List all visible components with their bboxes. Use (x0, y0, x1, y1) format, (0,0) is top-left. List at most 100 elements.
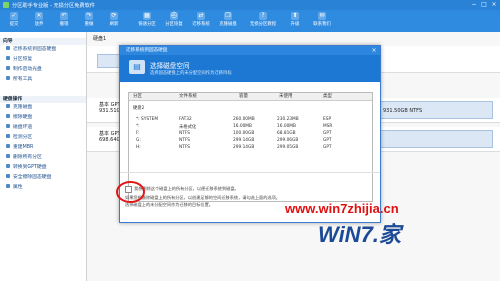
title-bar: 分区助手专业版 - 无损分区免费软件 − □ × (0, 0, 500, 10)
sidebar-item-properties[interactable]: 属性 (0, 183, 86, 193)
disk-2-label: 硬盘2 (133, 106, 145, 111)
dialog-close-button[interactable]: × (370, 46, 378, 55)
delete-partitions-label: 我想删除这个磁盘上的所有分区，以便迁移系统到磁盘。 (134, 186, 239, 191)
watermark-logo: WiN7.家 (318, 222, 401, 247)
sidebar-item-partition-recovery[interactable]: 分区恢复 (0, 55, 86, 65)
close-button[interactable]: × (490, 1, 498, 9)
migrate-button[interactable]: ⇄ 迁移系统 (189, 11, 213, 31)
watermark-url: www.win7zhijia.cn (285, 201, 399, 216)
undo-label: 撤销 (59, 22, 69, 27)
partition-unused: 16.00MB (277, 124, 296, 129)
undo-button[interactable]: ↶ 撤销 (52, 11, 76, 31)
quick-partition-icon: ▦ (143, 12, 151, 20)
redo-label: 重做 (84, 22, 94, 27)
partition-fs: 未格式化 (179, 125, 197, 130)
partition-fs: NTFS (179, 138, 190, 143)
partition-fs: NTFS (179, 131, 190, 136)
sidebar-item-convert-gpt[interactable]: 转换到GPT硬盘 (0, 163, 86, 173)
table-row[interactable]: *: 未格式化 16.00MB 16.00MB MSR (129, 124, 372, 130)
discard-icon: ✕ (35, 12, 43, 20)
mbr-icon (6, 144, 10, 148)
contact-icon: ✉ (318, 12, 326, 20)
sidebar-item-all-tools[interactable]: 所有工具 (0, 75, 86, 85)
contact-button[interactable]: ✉ 联系我们 (310, 11, 334, 31)
disc-icon (6, 66, 10, 70)
partition-capacity: 16.00MB (233, 124, 252, 129)
tools-icon (6, 76, 10, 80)
check-icon (6, 134, 10, 138)
table-row[interactable]: H: NTFS 299.14GB 299.05GB GPT (129, 145, 372, 151)
sidebar-item-boot-disc[interactable]: 制作启动光盘 (0, 65, 86, 75)
sidebar-item-label: 安全擦除固态硬盘 (13, 175, 52, 180)
partition-unused: 68.81GB (277, 131, 296, 136)
apply-button[interactable]: ✓ 提交 (2, 11, 26, 31)
refresh-button[interactable]: ⟳ 刷新 (102, 11, 126, 31)
delete-icon (6, 154, 10, 158)
quick-partition-button[interactable]: ▦ 快速分区 (135, 11, 159, 31)
apply-icon: ✓ (10, 12, 18, 20)
maximize-button[interactable]: □ (480, 1, 488, 9)
upgrade-icon: ⬆ (291, 12, 299, 20)
tutorial-button[interactable]: ? 无损分区教程 (246, 11, 280, 31)
sidebar-item-label: 转换到GPT硬盘 (13, 165, 47, 170)
dialog-header-title: 选择磁盘空间 (150, 62, 190, 70)
partition-name: *: (136, 124, 140, 129)
redo-button[interactable]: ↷ 重做 (77, 11, 101, 31)
sidebar-item-migrate-os[interactable]: 迁移系统到固态硬盘 (0, 45, 86, 55)
table-row[interactable]: G: NTFS 299.14GB 299.06GB GPT (129, 138, 372, 144)
disk-1-partition-label: 931.50GB NTFS (383, 108, 423, 114)
sidebar-item-label: 克隆磁盘 (13, 105, 33, 110)
table-row[interactable]: *: SYSTEM FAT32 260.00MB 230.23MB ESP (129, 117, 372, 123)
partition-name: H: (136, 145, 141, 150)
upgrade-button[interactable]: ⬆ 升级 (283, 11, 307, 31)
sidebar-item-bad-sector[interactable]: 磁盘坏道 (0, 123, 86, 133)
eraser-icon (6, 114, 10, 118)
convert-icon (6, 164, 10, 168)
sidebar-item-secure-erase-ssd[interactable]: 安全擦除固态硬盘 (0, 173, 86, 183)
partition-capacity: 299.14GB (233, 145, 255, 150)
sidebar-item-label: 分区恢复 (13, 57, 33, 62)
partition-capacity: 100.00GB (233, 131, 255, 136)
quick-partition-label: 快速分区 (138, 22, 156, 27)
recover-button[interactable]: ⛑ 分区恢复 (162, 11, 186, 31)
sidebar-item-label: 所有工具 (13, 77, 33, 82)
partition-fs: NTFS (179, 145, 190, 150)
sidebar-item-label: 制作启动光盘 (13, 67, 42, 72)
col-partition: 分区 (133, 94, 142, 99)
clone-button[interactable]: ❐ 克隆磁盘 (216, 11, 240, 31)
toolbar: ✓ 提交 ✕ 放弃 ↶ 撤销 ↷ 重做 ⟳ 刷新 ▦ 快速分区 ⛑ 分区恢复 ⇄ 迁移系统 ❐ 克… (0, 10, 500, 32)
sidebar-item-check-partition[interactable]: 检测分区 (0, 133, 86, 143)
dialog-header-subtitle: 选择固态硬盘上的未分配空间作为迁移目标 (150, 71, 232, 76)
highlight-ellipse (116, 181, 145, 203)
window-title: 分区助手专业版 - 无损分区免费软件 (12, 3, 95, 9)
dialog-title: 迁移系统到固态硬盘 (120, 46, 380, 55)
properties-icon (6, 184, 10, 188)
tutorial-label: 无损分区教程 (249, 22, 277, 27)
col-unused: 未使用 (279, 94, 293, 99)
refresh-label: 刷新 (109, 22, 119, 27)
upgrade-label: 升级 (290, 22, 300, 27)
discard-label: 放弃 (34, 22, 44, 27)
sidebar-item-label: 擦除硬盘 (13, 115, 33, 120)
disk-header: 硬盘1 (93, 36, 107, 42)
migrate-icon: ⇄ (197, 12, 205, 20)
sidebar-item-delete-all-partitions[interactable]: 删除所有分区 (0, 153, 86, 163)
sidebar-section-wizard: 向导 (0, 38, 86, 45)
discard-button[interactable]: ✕ 放弃 (27, 11, 51, 31)
sidebar-item-wipe-disk[interactable]: 擦除硬盘 (0, 113, 86, 123)
sidebar-item-label: 删除所有分区 (13, 155, 42, 160)
sidebar-item-clone-disk[interactable]: 克隆磁盘 (0, 103, 86, 113)
clone-label: 克隆磁盘 (219, 22, 237, 27)
sidebar-item-label: 磁盘坏道 (13, 125, 33, 130)
minimize-button[interactable]: − (470, 1, 478, 9)
disk-2-partition[interactable] (379, 130, 493, 148)
migrate-label: 迁移系统 (192, 22, 210, 27)
col-capacity: 容量 (239, 94, 248, 99)
sidebar-item-rebuild-mbr[interactable]: 重建MBR (0, 143, 86, 153)
table-row[interactable]: F: NTFS 100.00GB 68.81GB GPT (129, 131, 372, 137)
sidebar-item-label: 检测分区 (13, 135, 33, 140)
partition-name: G: (136, 138, 141, 143)
app-logo-icon (3, 2, 9, 8)
disk-icon (6, 124, 10, 128)
clone-icon: ❐ (224, 12, 232, 20)
